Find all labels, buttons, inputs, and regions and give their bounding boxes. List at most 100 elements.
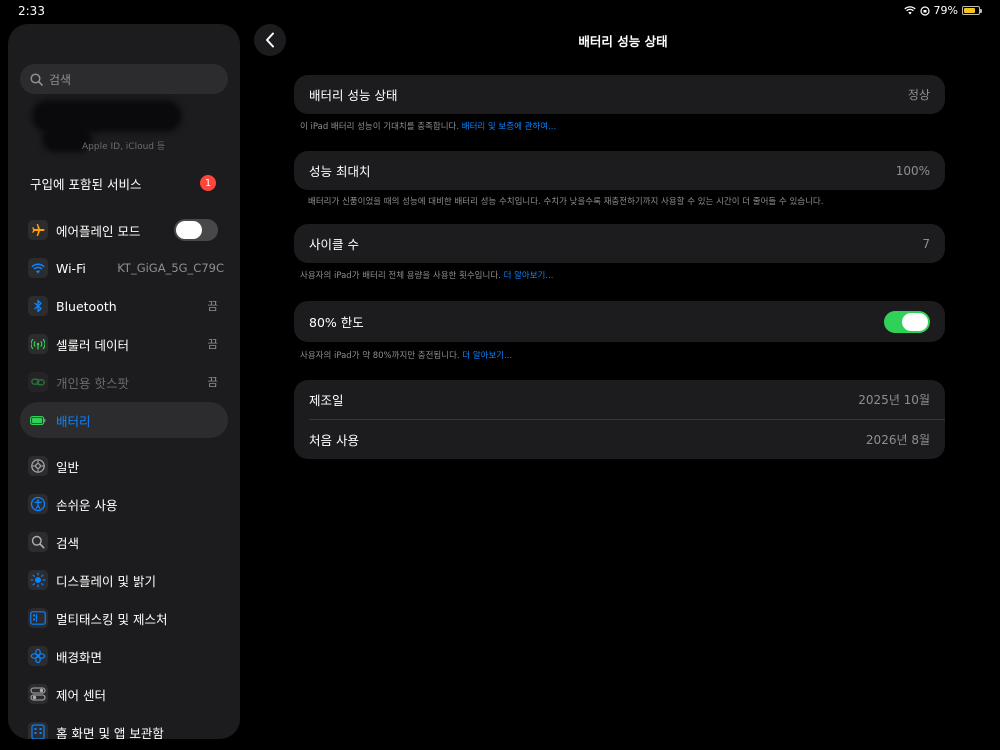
sidebar-item-label: 배터리 xyxy=(56,413,91,429)
manufacture-date-value: 2025년 10월 xyxy=(858,393,930,407)
battery-health-card: 배터리 성능 상태 정상 xyxy=(294,75,945,114)
sidebar-item-hotspot[interactable]: 개인용 핫스팟 끔 xyxy=(20,364,228,400)
multitasking-icon xyxy=(28,608,48,628)
sidebar-item-label: 멀티태스킹 및 제스처 xyxy=(56,611,168,627)
sidebar-item-label: 디스플레이 및 밝기 xyxy=(56,573,156,589)
sidebar-item-bluetooth[interactable]: Bluetooth 끔 xyxy=(20,288,228,324)
sidebar-item-label: 셀룰러 데이터 xyxy=(56,337,129,353)
airplane-mode-toggle[interactable] xyxy=(174,219,218,241)
sidebar-item-display[interactable]: 디스플레이 및 밝기 xyxy=(20,562,228,598)
sidebar-item-control-center[interactable]: 제어 센터 xyxy=(20,676,228,712)
wallpaper-icon xyxy=(28,646,48,666)
sidebar-item-airplane-mode[interactable]: 에어플레인 모드 xyxy=(20,212,228,248)
sidebar-item-label: 개인용 핫스팟 xyxy=(56,375,129,391)
chevron-left-icon xyxy=(266,32,274,48)
footnote-text: 사용자의 iPad가 배터리 전체 용량을 사용한 횟수입니다. xyxy=(300,271,501,281)
search-placeholder: 검색 xyxy=(49,72,72,87)
cycle-count-card: 사이클 수 7 xyxy=(294,224,945,263)
battery-health-footnote: 이 iPad 배터리 성능이 기대치를 충족합니다. 배터리 및 보증에 관하여… xyxy=(300,120,556,132)
account-card[interactable]: Apple ID, iCloud 등 xyxy=(22,100,222,160)
settings-sidebar: 검색 Apple ID, iCloud 등 구입에 포함된 서비스 1 에어플레… xyxy=(8,24,240,739)
cycle-count-label: 사이클 수 xyxy=(309,237,359,252)
gear-icon xyxy=(28,456,48,476)
charge-limit-row: 80% 한도 xyxy=(294,301,945,342)
hotspot-status: 끔 xyxy=(207,375,218,389)
hotspot-icon xyxy=(28,372,48,392)
battery-health-label: 배터리 성능 상태 xyxy=(309,88,398,103)
page-title: 배터리 성능 상태 xyxy=(578,34,668,49)
sidebar-item-wifi[interactable]: Wi-Fi KT_GiGA_5G_C79C xyxy=(20,250,228,286)
charge-limit-footnote: 사용자의 iPad가 약 80%까지만 충전됩니다. 더 알아보기... xyxy=(300,349,512,361)
sidebar-item-label: 검색 xyxy=(56,535,80,551)
sidebar-item-cellular[interactable]: 셀룰러 데이터 끔 xyxy=(20,326,228,362)
sidebar-item-label: 배경화면 xyxy=(56,649,103,665)
sidebar-item-multitasking[interactable]: 멀티태스킹 및 제스처 xyxy=(20,600,228,636)
back-button[interactable] xyxy=(254,24,286,56)
brightness-icon xyxy=(28,570,48,590)
sidebar-item-accessibility[interactable]: 손쉬운 사용 xyxy=(20,486,228,522)
sidebar-item-label: 제어 센터 xyxy=(56,687,106,703)
status-bar: 2:33 79% xyxy=(0,0,1000,22)
sidebar-item-home-screen[interactable]: 홈 화면 및 앱 보관함 xyxy=(20,714,228,739)
learn-more-link[interactable]: 더 알아보기... xyxy=(504,271,554,281)
control-center-icon xyxy=(28,684,48,704)
status-time: 2:33 xyxy=(18,4,45,18)
first-use-value: 2026년 8월 xyxy=(865,433,930,447)
sidebar-item-label: Bluetooth xyxy=(56,298,117,314)
sidebar-item-wallpaper[interactable]: 배경화면 xyxy=(20,638,228,674)
home-screen-icon xyxy=(28,722,48,739)
charge-limit-label: 80% 한도 xyxy=(309,315,364,330)
cellular-status: 끔 xyxy=(207,337,218,351)
learn-more-link[interactable]: 더 알아보기... xyxy=(462,351,512,361)
sidebar-item-label: 홈 화면 및 앱 보관함 xyxy=(56,725,164,740)
battery-dates-card: 제조일 2025년 10월 처음 사용 2026년 8월 xyxy=(294,380,945,459)
charge-limit-card: 80% 한도 xyxy=(294,301,945,342)
sidebar-item-general[interactable]: 일반 xyxy=(20,448,228,484)
max-capacity-card: 성능 최대치 100% xyxy=(294,151,945,190)
max-capacity-footnote: 배터리가 신품이었을 때의 성능에 대비한 배터리 성능 수치입니다. 수치가 … xyxy=(308,195,823,207)
max-capacity-row: 성능 최대치 100% xyxy=(294,151,945,190)
search-icon xyxy=(28,532,48,552)
sidebar-item-label: 일반 xyxy=(56,459,80,475)
cycle-count-value: 7 xyxy=(922,236,930,251)
airplane-icon xyxy=(28,220,48,240)
manufacture-date-row: 제조일 2025년 10월 xyxy=(294,380,945,419)
cellular-icon xyxy=(28,334,48,354)
footnote-text: 배터리가 신품이었을 때의 성능에 대비한 배터리 성능 수치입니다. 수치가 … xyxy=(308,197,824,207)
cycle-count-row: 사이클 수 7 xyxy=(294,224,945,263)
purchase-services-row[interactable]: 구입에 포함된 서비스 1 xyxy=(20,165,228,201)
bluetooth-icon xyxy=(28,296,48,316)
orientation-lock-icon xyxy=(919,5,930,16)
wifi-status-icon xyxy=(903,6,916,15)
footnote-text: 사용자의 iPad가 약 80%까지만 충전됩니다. xyxy=(300,351,460,361)
footnote-text: 이 iPad 배터리 성능이 기대치를 충족합니다. xyxy=(300,122,460,132)
cycle-count-footnote: 사용자의 iPad가 배터리 전체 용량을 사용한 횟수입니다. 더 알아보기.… xyxy=(300,269,553,281)
sidebar-item-search[interactable]: 검색 xyxy=(20,524,228,560)
max-capacity-label: 성능 최대치 xyxy=(309,164,371,179)
wifi-network-name: KT_GiGA_5G_C79C xyxy=(117,261,224,275)
battery-icon xyxy=(28,410,48,430)
status-indicators: 79% xyxy=(903,4,982,17)
sidebar-item-label: 손쉬운 사용 xyxy=(56,497,118,513)
sidebar-item-label: Wi-Fi xyxy=(56,260,86,276)
wifi-icon xyxy=(28,258,48,278)
accessibility-icon xyxy=(28,494,48,514)
purchase-services-label: 구입에 포함된 서비스 xyxy=(30,176,142,192)
battery-percentage: 79% xyxy=(933,4,958,17)
battery-health-row: 배터리 성능 상태 정상 xyxy=(294,75,945,114)
bluetooth-status: 끔 xyxy=(207,299,218,313)
battery-warranty-link[interactable]: 배터리 및 보증에 관하여... xyxy=(462,122,556,132)
sidebar-item-label: 에어플레인 모드 xyxy=(56,223,141,239)
battery-health-value: 정상 xyxy=(907,88,930,102)
first-use-label: 처음 사용 xyxy=(309,433,359,448)
account-subtitle: Apple ID, iCloud 등 xyxy=(82,142,166,152)
sidebar-item-battery[interactable]: 배터리 xyxy=(20,402,228,438)
max-capacity-value: 100% xyxy=(895,163,930,178)
search-icon xyxy=(30,72,43,86)
first-use-row: 처음 사용 2026년 8월 xyxy=(294,420,945,459)
battery-status-icon xyxy=(962,6,982,15)
manufacture-date-label: 제조일 xyxy=(309,393,344,408)
charge-limit-toggle[interactable] xyxy=(884,310,930,333)
notification-badge: 1 xyxy=(200,175,216,191)
search-input[interactable]: 검색 xyxy=(20,64,228,94)
